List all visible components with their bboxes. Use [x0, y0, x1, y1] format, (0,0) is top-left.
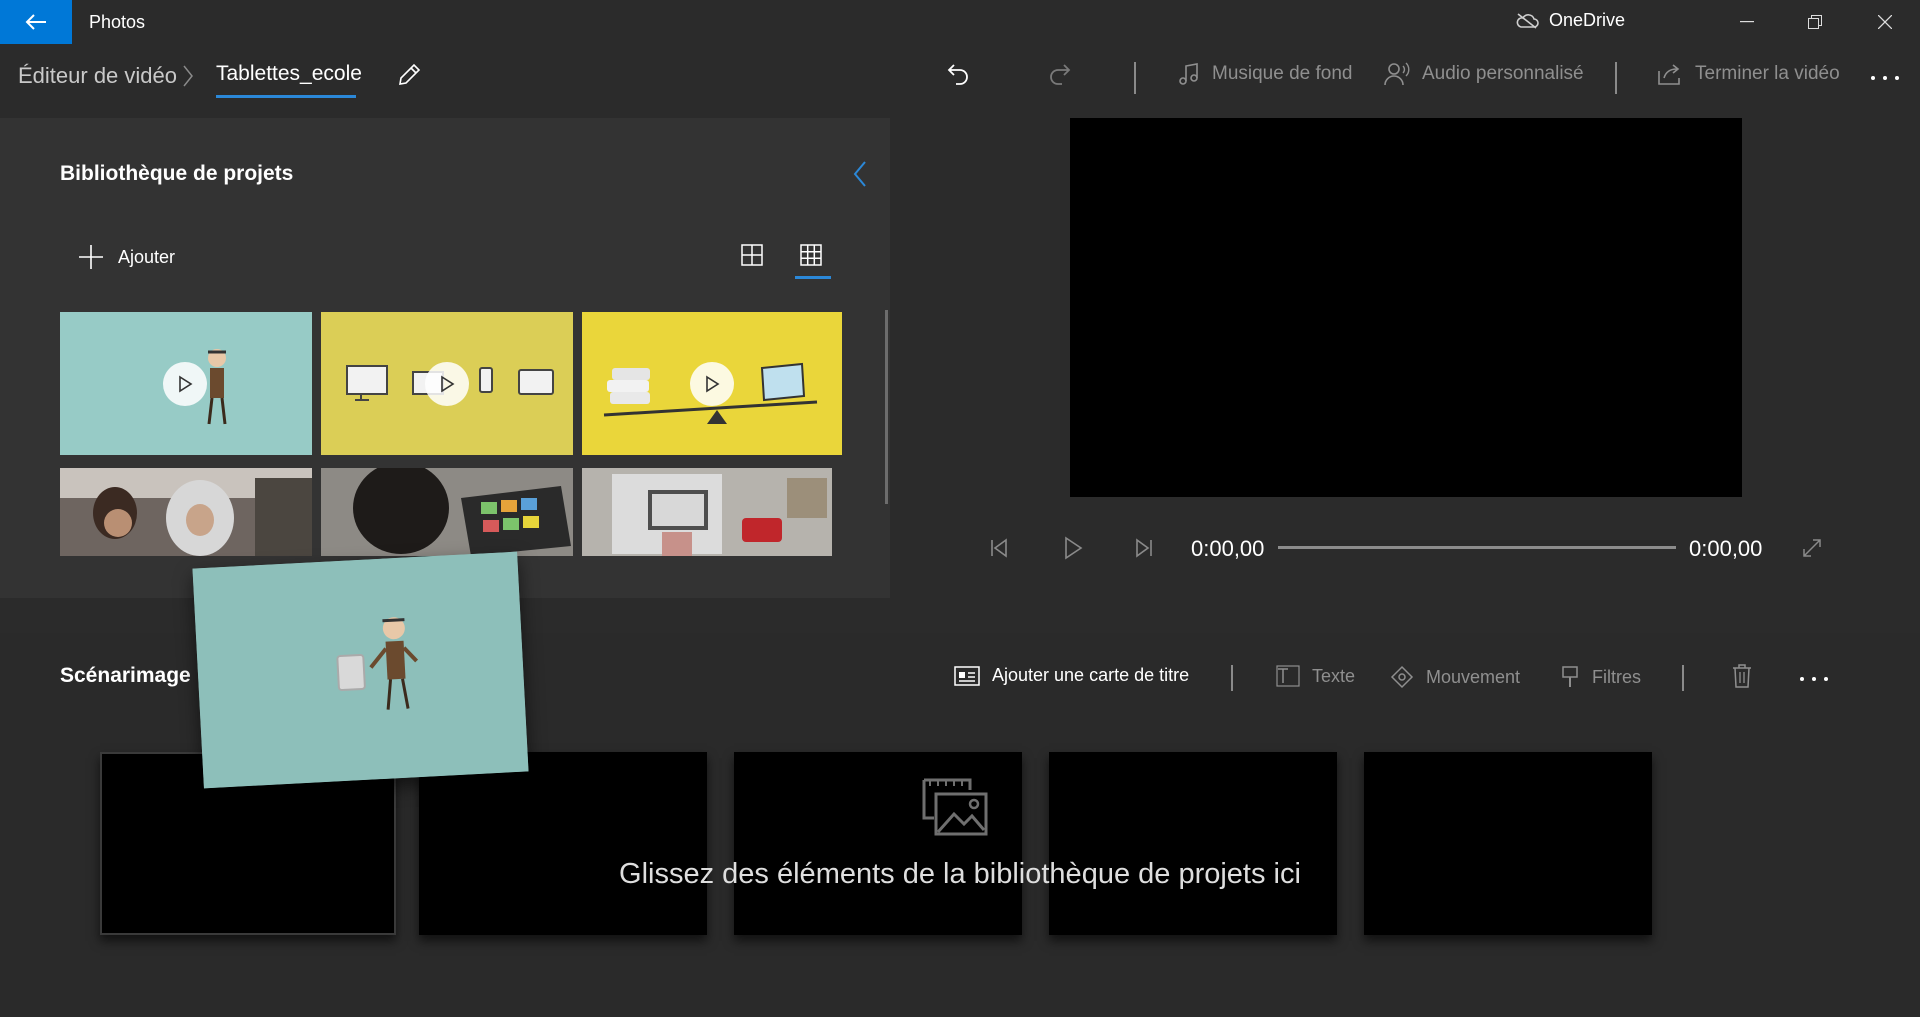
edit-name-button[interactable] [396, 62, 422, 88]
step-forward-icon [1136, 538, 1152, 558]
play-icon [163, 362, 207, 406]
cloud-offline-icon [1516, 12, 1539, 29]
grid-3x3-icon [800, 244, 822, 266]
image-video-icon [920, 776, 990, 838]
next-frame-button[interactable] [1133, 538, 1155, 558]
add-title-card-label: Ajouter une carte de titre [992, 665, 1190, 685]
undo-button[interactable] [945, 61, 971, 87]
play-icon [425, 362, 469, 406]
text-icon [1276, 665, 1300, 687]
redo-icon [1050, 64, 1071, 85]
current-time: 0:00,00 [1191, 536, 1265, 561]
delete-button[interactable] [1732, 664, 1752, 688]
text-button[interactable]: Texte [1276, 665, 1355, 687]
chevron-right-icon [182, 64, 194, 88]
more-dots-icon [1871, 76, 1899, 80]
add-media-label: Ajouter [118, 246, 176, 267]
title-bar [0, 0, 1920, 44]
restore-button[interactable] [1780, 0, 1850, 44]
photo-thumbnail-desk-devices [582, 468, 832, 556]
back-button[interactable] [0, 0, 72, 44]
custom-audio-label: Audio personnalisé [1422, 63, 1584, 84]
toolbar-divider [1231, 665, 1233, 691]
filter-brush-icon [1562, 666, 1578, 687]
storyboard-slot[interactable] [1049, 752, 1337, 935]
app-title: Photos [89, 12, 146, 32]
share-icon [1658, 64, 1680, 85]
storyboard-slot[interactable] [419, 752, 707, 935]
back-arrow-icon [25, 14, 46, 30]
text-label: Texte [1312, 665, 1356, 686]
filters-button[interactable]: Filtres [1560, 665, 1641, 689]
finish-video-button[interactable]: Terminer la vidéo [1657, 62, 1840, 86]
collapse-library-button[interactable] [850, 160, 870, 188]
add-media-button[interactable]: Ajouter [78, 244, 175, 270]
music-note-icon [1179, 63, 1198, 85]
library-item-video[interactable] [582, 312, 842, 455]
minimize-button[interactable] [1712, 0, 1782, 44]
breadcrumb-video-editor[interactable]: Éditeur de vidéo [18, 63, 177, 89]
background-music-label: Musique de fond [1212, 63, 1353, 84]
expand-icon [1803, 539, 1821, 557]
motion-icon [1390, 665, 1414, 689]
close-window-button[interactable] [1850, 0, 1920, 44]
library-item-video[interactable] [60, 312, 312, 455]
library-item-photo[interactable] [321, 468, 573, 556]
library-scrollbar[interactable] [885, 310, 888, 504]
pencil-icon [399, 63, 421, 85]
motion-label: Mouvement [1426, 666, 1521, 687]
previous-frame-button[interactable] [988, 538, 1010, 558]
drop-hint: Glissez des éléments de la bibliothèque … [619, 858, 1301, 890]
title-card-icon [954, 665, 980, 686]
library-item-photo[interactable] [60, 468, 312, 556]
small-thumbnails-view-button[interactable] [800, 244, 822, 266]
more-options-button[interactable] [1870, 75, 1900, 81]
undo-icon [947, 64, 968, 85]
total-time: 0:00,00 [1689, 536, 1763, 561]
grid-2x2-icon [741, 244, 763, 266]
seek-bar[interactable] [1278, 546, 1676, 549]
toolbar-divider [1682, 665, 1684, 691]
redo-button[interactable] [1047, 61, 1073, 87]
play-icon [690, 362, 734, 406]
project-name[interactable]: Tablettes_ecole [216, 62, 362, 86]
photo-thumbnail-tablet-student [321, 468, 573, 556]
storyboard-slot[interactable] [1364, 752, 1652, 935]
minimize-icon [1740, 21, 1754, 23]
plus-icon [79, 245, 103, 269]
onedrive-label: OneDrive [1549, 10, 1626, 30]
onedrive-status[interactable]: OneDrive [1515, 10, 1625, 31]
toolbar-divider [1134, 62, 1136, 94]
background-music-button[interactable]: Musique de fond [1178, 62, 1353, 86]
close-icon [1878, 15, 1892, 29]
fullscreen-button[interactable] [1801, 537, 1823, 559]
library-title: Bibliothèque de projets [60, 162, 294, 185]
library-item-photo[interactable] [582, 468, 832, 556]
storyboard-title: Scénarimage [60, 664, 191, 687]
view-selected-indicator [795, 276, 831, 279]
toolbar-divider [1615, 62, 1617, 94]
storyboard-more-button[interactable] [1799, 676, 1829, 682]
play-button[interactable] [1062, 536, 1084, 560]
filters-label: Filtres [1592, 666, 1641, 687]
chevron-left-icon [853, 161, 866, 187]
finish-video-label: Terminer la vidéo [1695, 63, 1840, 84]
dragged-teacher-image [192, 551, 529, 789]
library-item-video[interactable] [321, 312, 573, 455]
play-icon [1065, 536, 1083, 560]
more-dots-icon [1800, 677, 1828, 681]
large-thumbnails-view-button[interactable] [741, 244, 763, 266]
add-title-card-button[interactable]: Ajouter une carte de titre [954, 665, 1189, 686]
restore-icon [1808, 15, 1822, 29]
trash-icon [1733, 664, 1751, 688]
step-back-icon [991, 538, 1007, 558]
dragged-item-preview[interactable] [192, 551, 529, 789]
video-preview[interactable] [1070, 118, 1742, 497]
motion-button[interactable]: Mouvement [1390, 665, 1520, 689]
custom-audio-button[interactable]: Audio personnalisé [1384, 62, 1584, 86]
project-name-underline [216, 95, 356, 98]
person-voice-icon [1384, 62, 1410, 86]
photo-thumbnail-students [60, 468, 312, 556]
